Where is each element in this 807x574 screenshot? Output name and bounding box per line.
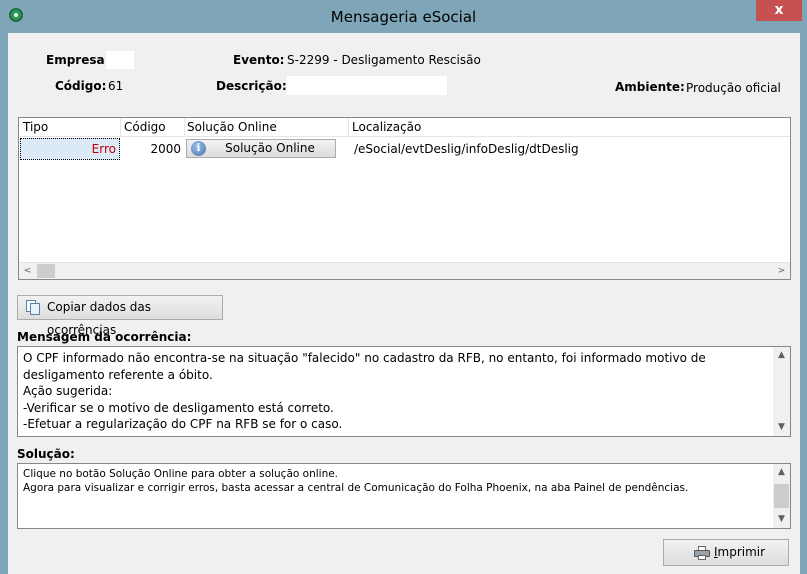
solucao-textarea[interactable]: Clique no botão Solução Online para obte… — [17, 463, 791, 529]
solucao-label: Solução: — [17, 447, 75, 461]
scrollbar-thumb[interactable] — [37, 264, 55, 278]
grid-header: Tipo Código Solução Online Localização — [19, 118, 790, 137]
solucao-online-button-label: Solução Online — [225, 141, 315, 155]
column-header-tipo[interactable]: Tipo — [23, 120, 48, 134]
cell-tipo[interactable]: Erro — [20, 138, 120, 160]
horizontal-scrollbar[interactable]: < > — [19, 262, 790, 279]
solucao-text: Clique no botão Solução Online para obte… — [23, 468, 689, 494]
cell-localizacao[interactable]: /eSocial/evtDeslig/infoDeslig/dtDeslig — [354, 138, 784, 160]
print-button-label: mprimir — [717, 545, 766, 559]
column-header-solucao-online[interactable]: Solução Online — [187, 120, 277, 134]
descricao-value — [287, 76, 447, 95]
mensagem-text: O CPF informado não encontra-se na situa… — [23, 351, 706, 431]
ambiente-value: Produção oficial — [686, 81, 781, 95]
cell-codigo[interactable]: 2000 — [124, 138, 181, 160]
codigo-label: Código: — [55, 79, 107, 93]
column-header-localizacao[interactable]: Localização — [352, 120, 421, 134]
column-divider[interactable] — [120, 118, 121, 137]
ambiente-label: Ambiente: — [615, 80, 685, 94]
copy-icon — [26, 300, 40, 315]
mensagem-vertical-scrollbar[interactable]: ▲ ▼ — [773, 347, 790, 436]
print-button[interactable]: Imprimir — [663, 539, 789, 566]
close-button[interactable]: x — [756, 0, 802, 21]
evento-value: S-2299 - Desligamento Rescisão — [287, 53, 481, 67]
scroll-up-arrow-icon[interactable]: ▲ — [773, 464, 790, 481]
mensagem-label: Mensagem da ocorrência: — [17, 330, 192, 344]
scroll-up-arrow-icon[interactable]: ▲ — [773, 347, 790, 364]
printer-icon — [694, 546, 710, 560]
scroll-down-arrow-icon[interactable]: ▼ — [773, 419, 790, 436]
dialog-body: Empresa: Evento: S-2299 - Desligamento R… — [8, 33, 800, 574]
empresa-value — [106, 51, 134, 69]
window: Mensageria eSocial x Empresa: Evento: S-… — [0, 0, 807, 574]
solucao-vertical-scrollbar[interactable]: ▲ ▼ — [773, 464, 790, 528]
column-header-codigo[interactable]: Código — [124, 120, 166, 134]
empresa-label: Empresa: — [46, 53, 110, 67]
scroll-left-arrow-icon[interactable]: < — [19, 263, 36, 279]
title-bar[interactable]: Mensageria eSocial x — [0, 0, 807, 33]
scroll-down-arrow-icon[interactable]: ▼ — [773, 511, 790, 528]
descricao-label: Descrição: — [216, 79, 287, 93]
window-title: Mensageria eSocial — [330, 8, 477, 26]
solucao-online-button[interactable]: i Solução Online — [186, 139, 336, 158]
occurrences-grid[interactable]: Tipo Código Solução Online Localização E… — [18, 117, 791, 280]
column-divider[interactable] — [184, 118, 185, 137]
evento-label: Evento: — [233, 53, 285, 67]
codigo-value: 61 — [108, 79, 124, 93]
column-divider[interactable] — [348, 118, 349, 137]
scroll-right-arrow-icon[interactable]: > — [773, 263, 790, 279]
info-icon: i — [191, 141, 206, 156]
copy-occurrences-button[interactable]: Copiar dados das ocorrências — [17, 295, 223, 337]
scrollbar-thumb[interactable] — [774, 484, 789, 508]
table-row[interactable]: Erro 2000 i Solução Online /eSocial/evtD… — [19, 138, 790, 160]
mensagem-textarea[interactable]: O CPF informado não encontra-se na situa… — [17, 346, 791, 437]
